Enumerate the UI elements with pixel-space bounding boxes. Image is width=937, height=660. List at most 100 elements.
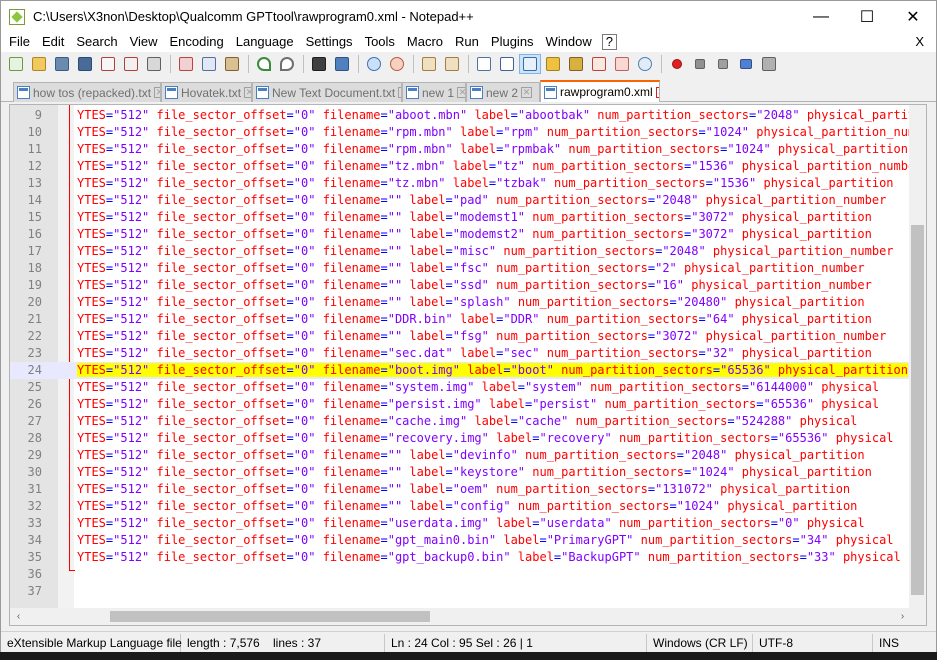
find-icon[interactable] <box>308 54 330 74</box>
menu-run[interactable]: Run <box>449 32 485 52</box>
sync-vertical-icon[interactable] <box>418 54 440 74</box>
code-line[interactable]: 23 YTES="512" file_sector_offset="0" file… <box>10 345 910 362</box>
code-line[interactable]: 9 YTES="512" file_sector_offset="0" filen… <box>10 107 910 124</box>
tab-new-1[interactable]: new 1 ✕ <box>402 82 466 102</box>
code-line[interactable]: 13 YTES="512" file_sector_offset="0" file… <box>10 175 910 192</box>
tab-how-tos[interactable]: how tos (repacked).txt ✕ <box>13 82 161 102</box>
code-line[interactable]: 21 YTES="512" file_sector_offset="0" file… <box>10 311 910 328</box>
menu-settings[interactable]: Settings <box>300 32 359 52</box>
new-file-button[interactable] <box>5 54 27 74</box>
vertical-scrollbar[interactable] <box>909 105 926 610</box>
code-line[interactable]: 37 <box>10 583 910 600</box>
status-file-type: eXtensible Markup Language file <box>1 633 182 652</box>
folder-workspace-icon[interactable] <box>611 54 633 74</box>
menu-window[interactable]: Window <box>540 32 598 52</box>
menu-help[interactable]: ? <box>601 34 618 50</box>
paste-icon[interactable] <box>221 54 243 74</box>
open-file-button[interactable] <box>28 54 50 74</box>
code-line[interactable]: 34 YTES="512" file_sector_offset="0" file… <box>10 532 910 549</box>
scroll-right-icon[interactable]: › <box>894 608 911 625</box>
code-line[interactable]: 22 YTES="512" file_sector_offset="0" file… <box>10 328 910 345</box>
vertical-scroll-thumb[interactable] <box>911 225 924 595</box>
code-editor[interactable]: 9 YTES="512" file_sector_offset="0" filen… <box>9 104 927 626</box>
code-line[interactable]: 10 YTES="512" file_sector_offset="0" file… <box>10 124 910 141</box>
horizontal-scrollbar[interactable]: ‹ › <box>10 608 926 625</box>
tab-close-icon[interactable]: ✕ <box>457 87 465 98</box>
close-window-button[interactable]: ✕ <box>890 1 936 32</box>
code-line[interactable]: 27 YTES="512" file_sector_offset="0" file… <box>10 413 910 430</box>
maximize-button[interactable]: ☐ <box>844 1 890 32</box>
menu-language[interactable]: Language <box>230 32 300 52</box>
code-line[interactable]: 35 YTES="512" file_sector_offset="0" file… <box>10 549 910 566</box>
code-line[interactable]: 18 YTES="512" file_sector_offset="0" file… <box>10 260 910 277</box>
line-number: 10 <box>27 125 42 139</box>
copy-icon[interactable] <box>198 54 220 74</box>
run-macro-multiple-icon[interactable] <box>735 54 757 74</box>
tab-close-icon[interactable]: ✕ <box>655 86 659 98</box>
code-line[interactable]: 36 <box>10 566 910 583</box>
redo-icon[interactable] <box>276 54 298 74</box>
document-map-icon[interactable] <box>565 54 587 74</box>
menu-file[interactable]: File <box>1 32 36 52</box>
language-define-icon[interactable] <box>542 54 564 74</box>
code-line[interactable]: 16 YTES="512" file_sector_offset="0" file… <box>10 226 910 243</box>
code-line[interactable]: 31 YTES="512" file_sector_offset="0" file… <box>10 481 910 498</box>
menu-view[interactable]: View <box>124 32 164 52</box>
code-line[interactable]: 26 YTES="512" file_sector_offset="0" file… <box>10 396 910 413</box>
code-line[interactable]: 11 YTES="512" file_sector_offset="0" file… <box>10 141 910 158</box>
save-all-button[interactable] <box>74 54 96 74</box>
tab-new-text-document[interactable]: New Text Document.txt ✕ <box>252 82 402 102</box>
code-line[interactable]: 28 YTES="512" file_sector_offset="0" file… <box>10 430 910 447</box>
save-macro-icon[interactable] <box>758 54 780 74</box>
scroll-left-icon[interactable]: ‹ <box>10 608 27 625</box>
menu-edit[interactable]: Edit <box>36 32 70 52</box>
code-line[interactable]: 20 YTES="512" file_sector_offset="0" file… <box>10 294 910 311</box>
code-line[interactable]: 12 YTES="512" file_sector_offset="0" file… <box>10 158 910 175</box>
menu-encoding[interactable]: Encoding <box>164 32 230 52</box>
tab-new-2[interactable]: new 2 ✕ <box>466 82 540 102</box>
menu-plugins[interactable]: Plugins <box>485 32 540 52</box>
record-macro-icon[interactable] <box>666 54 688 74</box>
show-all-characters-icon[interactable] <box>496 54 518 74</box>
indent-guide-icon[interactable] <box>519 54 541 74</box>
close-document-button[interactable]: X <box>915 32 924 52</box>
status-eol[interactable]: Windows (CR LF) <box>647 633 753 652</box>
code-line[interactable]: 29 YTES="512" file_sector_offset="0" file… <box>10 447 910 464</box>
code-line[interactable]: 30 YTES="512" file_sector_offset="0" file… <box>10 464 910 481</box>
tab-hovatek[interactable]: Hovatek.txt ✕ <box>161 82 252 102</box>
code-line[interactable]: 33 YTES="512" file_sector_offset="0" file… <box>10 515 910 532</box>
code-line[interactable]: 24 YTES="512" file_sector_offset="0" file… <box>10 362 910 379</box>
status-encoding[interactable]: UTF-8 <box>753 633 873 652</box>
replace-icon[interactable] <box>331 54 353 74</box>
horizontal-scroll-thumb[interactable] <box>110 611 430 622</box>
zoom-out-icon[interactable] <box>386 54 408 74</box>
stop-recording-icon[interactable] <box>689 54 711 74</box>
code-line[interactable]: 25 YTES="512" file_sector_offset="0" file… <box>10 379 910 396</box>
code-line[interactable]: 32 YTES="512" file_sector_offset="0" file… <box>10 498 910 515</box>
code-line[interactable]: 17 YTES="512" file_sector_offset="0" file… <box>10 243 910 260</box>
save-button[interactable] <box>51 54 73 74</box>
playback-macro-icon[interactable] <box>712 54 734 74</box>
menu-tools[interactable]: Tools <box>359 32 401 52</box>
monitoring-icon[interactable] <box>634 54 656 74</box>
close-file-button[interactable] <box>97 54 119 74</box>
sync-horizontal-icon[interactable] <box>441 54 463 74</box>
close-all-button[interactable] <box>120 54 142 74</box>
cut-icon[interactable] <box>175 54 197 74</box>
minimize-button[interactable]: — <box>798 1 844 32</box>
code-line[interactable]: 14 YTES="512" file_sector_offset="0" file… <box>10 192 910 209</box>
code-line[interactable]: 15 YTES="512" file_sector_offset="0" file… <box>10 209 910 226</box>
tab-rawprogram0[interactable]: rawprogram0.xml ✕ <box>540 80 660 102</box>
print-button[interactable] <box>143 54 165 74</box>
tab-close-icon[interactable]: ✕ <box>154 87 160 98</box>
zoom-in-icon[interactable] <box>363 54 385 74</box>
word-wrap-icon[interactable] <box>473 54 495 74</box>
code-line[interactable]: 19 YTES="512" file_sector_offset="0" file… <box>10 277 910 294</box>
line-code: YTES="512" file_sector_offset="0" filena… <box>77 380 880 394</box>
menu-search[interactable]: Search <box>70 32 123 52</box>
menu-macro[interactable]: Macro <box>401 32 449 52</box>
tab-close-icon[interactable]: ✕ <box>244 87 251 98</box>
tab-close-icon[interactable]: ✕ <box>521 87 533 98</box>
undo-icon[interactable] <box>253 54 275 74</box>
function-list-icon[interactable] <box>588 54 610 74</box>
